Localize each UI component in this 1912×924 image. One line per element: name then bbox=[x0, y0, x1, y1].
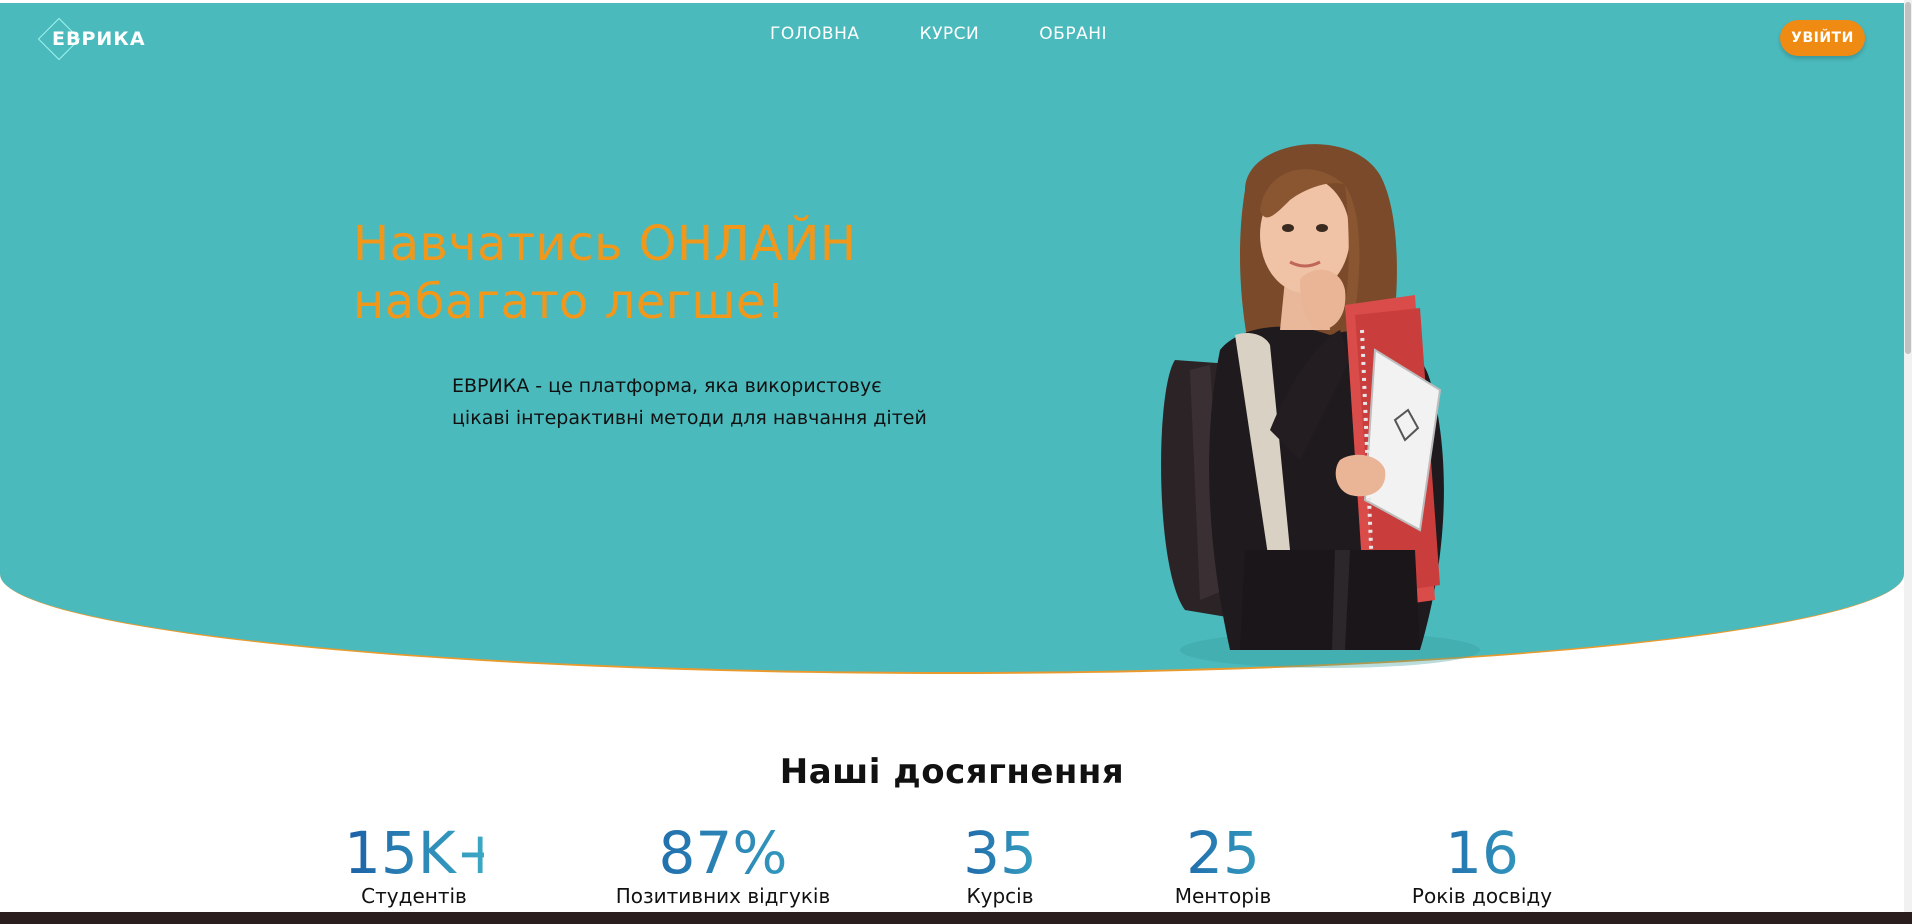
stat-reviews: 87% Позитивних відгуків bbox=[608, 822, 838, 908]
login-button[interactable]: УВІЙТИ bbox=[1780, 20, 1865, 56]
stat-label: Курсів bbox=[966, 884, 1034, 908]
stat-value: 35 bbox=[950, 822, 1050, 884]
stat-mentors: 25 Менторів bbox=[1164, 822, 1282, 908]
logo-text: ЕВРИКА bbox=[52, 28, 146, 50]
nav-favorites[interactable]: ОБРАНІ bbox=[1039, 24, 1107, 44]
hero-description: ЕВРИКА - це платформа, яка використовує … bbox=[452, 370, 1012, 434]
stat-value: 16 bbox=[1402, 822, 1562, 884]
achievements-title: Наші досягнення bbox=[779, 752, 1125, 792]
next-section-strip bbox=[0, 912, 1912, 924]
stat-students: 15K+ Студентів bbox=[344, 819, 505, 908]
page: ЕВРИКА ГОЛОВНА КУРСИ ОБРАНІ УВІЙТИ Навча… bbox=[0, 0, 1912, 924]
hero-title: Навчатись ОНЛАЙН набагато легше! bbox=[353, 215, 973, 331]
hero-background bbox=[0, 0, 1904, 674]
nav-home[interactable]: ГОЛОВНА bbox=[770, 24, 860, 44]
stat-experience: 16 Років досвіду bbox=[1402, 822, 1562, 908]
stat-value: 87% bbox=[608, 822, 838, 884]
hero-title-line2: набагато легше! bbox=[353, 274, 786, 330]
stat-label: Студентів bbox=[361, 884, 467, 908]
main-nav: ГОЛОВНА КУРСИ ОБРАНІ bbox=[770, 24, 1167, 44]
nav-courses[interactable]: КУРСИ bbox=[920, 24, 980, 44]
stat-courses: 35 Курсів bbox=[950, 822, 1050, 908]
logo[interactable]: ЕВРИКА bbox=[37, 17, 150, 61]
hero-desc-line2: цікаві інтерактивні методи для навчання … bbox=[452, 407, 927, 429]
stat-label: Років досвіду bbox=[1411, 884, 1553, 908]
stat-value: 25 bbox=[1164, 822, 1282, 884]
hero-desc-line1: ЕВРИКА - це платформа, яка використовує bbox=[452, 375, 882, 397]
scrollbar-thumb[interactable] bbox=[1905, 2, 1911, 354]
stat-label: Менторів bbox=[1174, 884, 1272, 908]
stat-label: Позитивних відгуків bbox=[615, 884, 831, 908]
stat-value: 15K+ bbox=[344, 819, 505, 887]
hero-title-line1: Навчатись ОНЛАЙН bbox=[353, 216, 857, 272]
top-strip bbox=[0, 0, 1912, 3]
student-illustration bbox=[1161, 144, 1480, 668]
